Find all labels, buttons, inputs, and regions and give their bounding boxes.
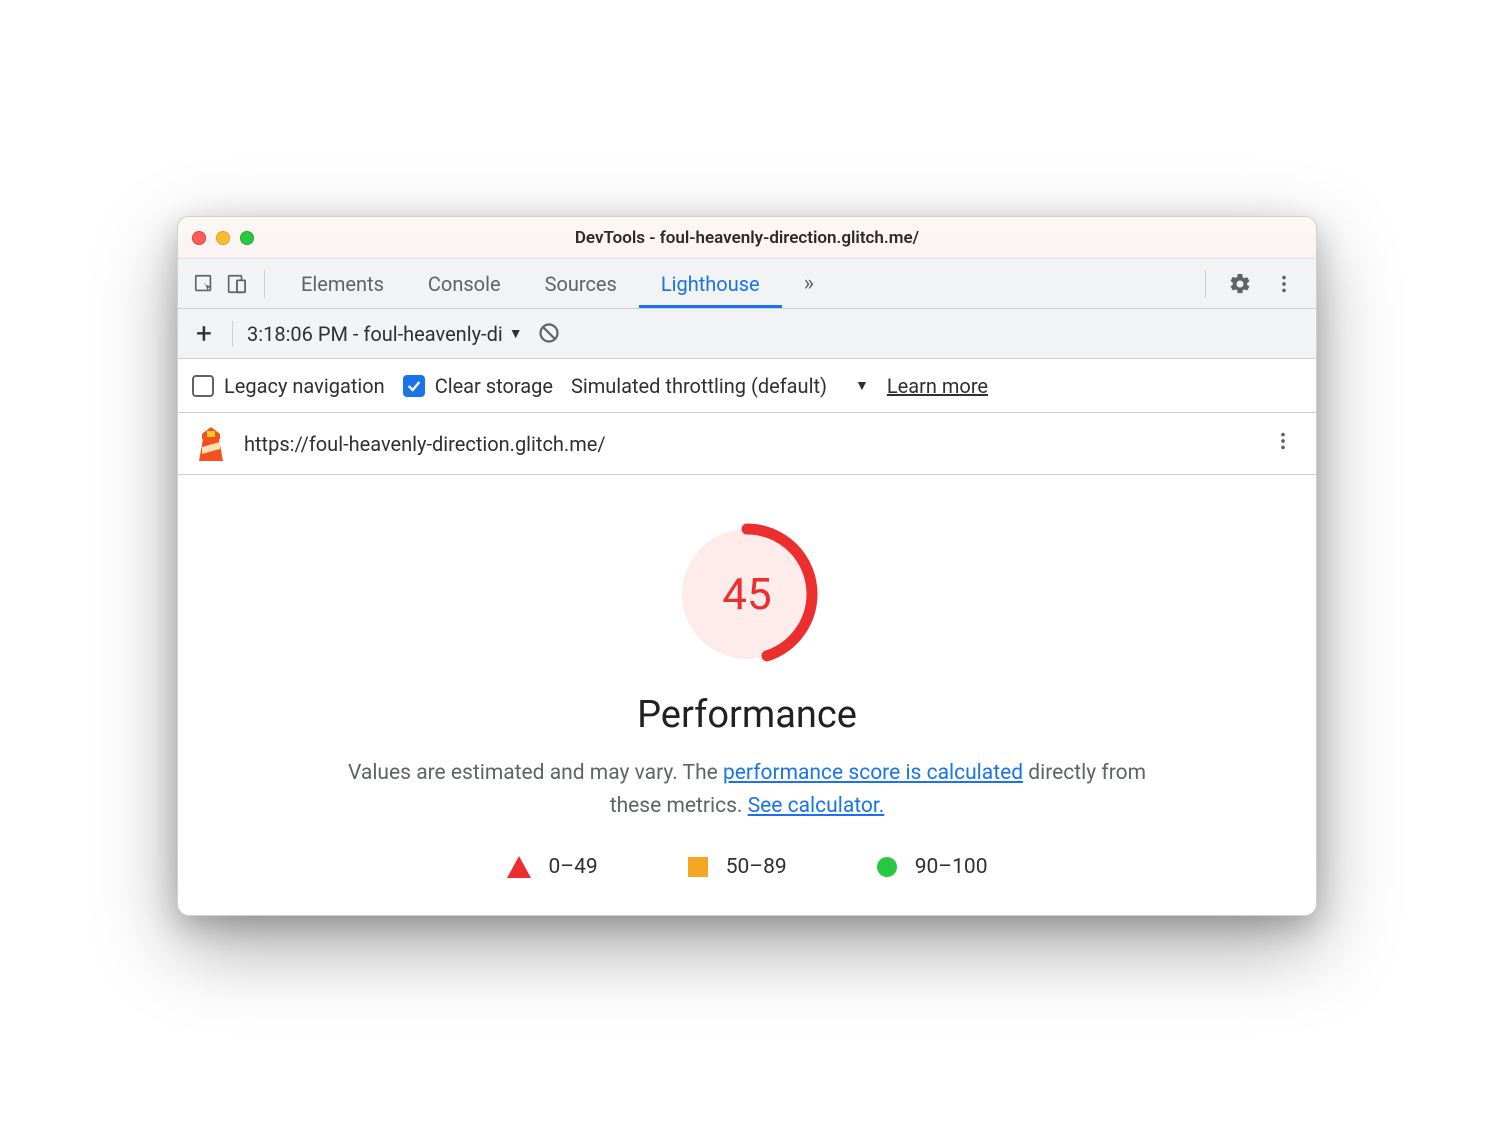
legend-fail: 0–49 xyxy=(507,855,598,879)
throttling-dropdown[interactable]: Simulated throttling (default) ▼ xyxy=(571,374,869,398)
lighthouse-toolbar: + 3:18:06 PM - foul-heavenly-di ▼ xyxy=(178,309,1316,359)
legend-warn: 50–89 xyxy=(688,855,787,879)
legacy-navigation-option[interactable]: Legacy navigation xyxy=(192,374,385,398)
report-menu-icon[interactable] xyxy=(1268,430,1298,458)
square-icon xyxy=(688,857,708,877)
report-url: https://foul-heavenly-direction.glitch.m… xyxy=(244,432,606,456)
chevron-down-icon: ▼ xyxy=(509,325,523,342)
performance-description: Values are estimated and may vary. The p… xyxy=(337,757,1157,822)
legend-pass-label: 90–100 xyxy=(915,855,988,879)
throttling-label: Simulated throttling (default) xyxy=(571,374,827,398)
lighthouse-report: 45 Performance Values are estimated and … xyxy=(178,475,1316,914)
report-url-bar: https://foul-heavenly-direction.glitch.m… xyxy=(178,413,1316,475)
score-explainer-link[interactable]: performance score is calculated xyxy=(723,761,1023,785)
tabs-overflow-button[interactable]: » xyxy=(786,271,832,296)
tabs: Elements Console Sources Lighthouse xyxy=(279,259,782,308)
checkbox-checked-icon[interactable] xyxy=(403,375,425,397)
divider xyxy=(1205,270,1206,298)
calculator-link[interactable]: See calculator. xyxy=(748,794,885,818)
triangle-icon xyxy=(507,856,531,878)
performance-gauge: 45 xyxy=(218,519,1276,669)
desc-text: Values are estimated and may vary. The xyxy=(348,761,723,785)
new-report-button[interactable]: + xyxy=(190,317,218,350)
score-legend: 0–49 50–89 90–100 xyxy=(218,855,1276,879)
devtools-tabbar: Elements Console Sources Lighthouse » xyxy=(178,259,1316,309)
options-bar: Legacy navigation Clear storage Simulate… xyxy=(178,359,1316,413)
device-toolbar-icon[interactable] xyxy=(222,270,250,298)
more-menu-icon[interactable] xyxy=(1264,264,1304,304)
tab-sources[interactable]: Sources xyxy=(523,259,639,308)
report-dropdown[interactable]: 3:18:06 PM - foul-heavenly-di ▼ xyxy=(247,322,523,346)
zoom-window-button[interactable] xyxy=(240,231,254,245)
legend-pass: 90–100 xyxy=(877,855,988,879)
circle-icon xyxy=(877,857,897,877)
tab-console[interactable]: Console xyxy=(406,259,523,308)
inspect-element-icon[interactable] xyxy=(190,270,218,298)
close-window-button[interactable] xyxy=(192,231,206,245)
learn-more-link[interactable]: Learn more xyxy=(887,374,988,398)
traffic-lights xyxy=(192,231,254,245)
minimize-window-button[interactable] xyxy=(216,231,230,245)
lighthouse-logo-icon xyxy=(196,427,226,461)
clear-storage-option[interactable]: Clear storage xyxy=(403,374,553,398)
performance-title: Performance xyxy=(218,693,1276,737)
report-dropdown-label: 3:18:06 PM - foul-heavenly-di xyxy=(247,322,503,346)
titlebar: DevTools - foul-heavenly-direction.glitc… xyxy=(178,217,1316,259)
window-title: DevTools - foul-heavenly-direction.glitc… xyxy=(178,228,1316,248)
legend-fail-label: 0–49 xyxy=(549,855,598,879)
settings-icon[interactable] xyxy=(1220,264,1260,304)
legend-warn-label: 50–89 xyxy=(726,855,787,879)
divider xyxy=(264,270,265,298)
devtools-window: DevTools - foul-heavenly-direction.glitc… xyxy=(177,216,1317,915)
divider xyxy=(232,321,233,347)
checkbox-unchecked-icon[interactable] xyxy=(192,375,214,397)
tab-elements[interactable]: Elements xyxy=(279,259,406,308)
chevron-down-icon: ▼ xyxy=(855,377,869,394)
clear-storage-label: Clear storage xyxy=(435,374,553,398)
tab-lighthouse[interactable]: Lighthouse xyxy=(639,259,782,308)
clear-all-icon[interactable] xyxy=(537,321,563,347)
performance-score: 45 xyxy=(672,519,822,669)
legacy-navigation-label: Legacy navigation xyxy=(224,374,385,398)
